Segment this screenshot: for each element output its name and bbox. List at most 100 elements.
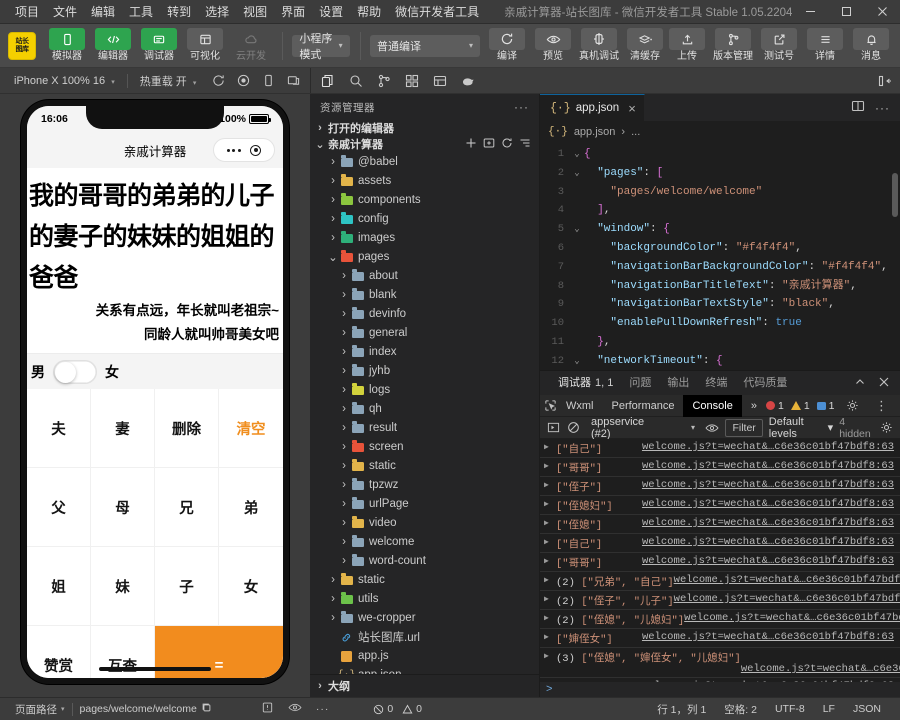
tree-item-18[interactable]: ›urlPage bbox=[310, 495, 539, 514]
expand-arrow-icon[interactable]: ▶ bbox=[544, 573, 556, 585]
more-vertical-icon[interactable]: ⋮ bbox=[871, 401, 893, 411]
step-icon[interactable] bbox=[546, 420, 560, 436]
minimize-icon[interactable] bbox=[792, 0, 828, 24]
device-select[interactable]: iPhone X 100% 16 ▾ bbox=[8, 75, 121, 87]
keypad-key-7[interactable]: 弟 bbox=[219, 468, 283, 547]
rotate-icon[interactable] bbox=[212, 74, 225, 87]
menu-item-5[interactable]: 选择 bbox=[198, 2, 236, 22]
debugger-tab-1[interactable]: 问题 bbox=[621, 371, 659, 395]
tab-app-json[interactable]: {·} app.json × bbox=[540, 94, 645, 121]
test-icon[interactable] bbox=[433, 74, 447, 88]
close-icon-debugger[interactable] bbox=[878, 376, 890, 391]
console-log-source[interactable]: welcome.js?t=wechat&…c6e36c01bf47bdf8:63 bbox=[642, 497, 900, 510]
tree-item-21[interactable]: ›word-count bbox=[310, 552, 539, 571]
console-log-row-11[interactable]: ▶(3) ["侄媳", "婶侄女", "儿媳妇"]welcome.js?t=we… bbox=[540, 648, 900, 678]
tree-item-16[interactable]: ›static bbox=[310, 457, 539, 476]
menu-item-1[interactable]: 文件 bbox=[46, 2, 84, 22]
tree-item-26[interactable]: app.js bbox=[310, 647, 539, 666]
console-log-row-0[interactable]: ▶["自己"]welcome.js?t=wechat&…c6e36c01bf47… bbox=[540, 439, 900, 458]
more-icon-status[interactable]: ··· bbox=[316, 703, 330, 715]
console-log-source[interactable]: welcome.js?t=wechat&…c6e36c01bf47bdf8:63 bbox=[642, 554, 900, 567]
tree-item-19[interactable]: ›video bbox=[310, 514, 539, 533]
compile-select[interactable]: 普通编译 ▾ bbox=[370, 35, 480, 57]
collapse-all-icon[interactable] bbox=[519, 137, 531, 152]
keypad-key-4[interactable]: 父 bbox=[27, 468, 91, 547]
console-log-row-4[interactable]: ▶["侄媳"]welcome.js?t=wechat&…c6e36c01bf47… bbox=[540, 515, 900, 534]
breadcrumb-more[interactable]: ... bbox=[631, 126, 640, 138]
devtools-tab-2[interactable]: Console bbox=[683, 395, 741, 417]
keypad-key-2[interactable]: 删除 bbox=[155, 389, 219, 468]
expand-arrow-icon[interactable]: ▶ bbox=[544, 459, 556, 471]
console-log-source[interactable]: welcome.js?t=wechat&…c6e36c01bf47bdf8:63 bbox=[642, 440, 900, 453]
keypad-key-10[interactable]: 子 bbox=[155, 547, 219, 626]
menu-item-2[interactable]: 编辑 bbox=[84, 2, 122, 22]
console-log-source[interactable]: welcome.js?t=wechat&…c6e36c01bf47bdf8:63 bbox=[642, 478, 900, 491]
language-mode[interactable]: JSON bbox=[844, 703, 890, 715]
tree-item-23[interactable]: ›utils bbox=[310, 590, 539, 609]
mp-capsule-button[interactable] bbox=[213, 138, 275, 162]
expand-arrow-icon[interactable]: ▶ bbox=[544, 497, 556, 509]
info-count[interactable]: 1 bbox=[817, 400, 835, 412]
toolbar-left-button-2[interactable]: 调试器 bbox=[138, 28, 180, 63]
menu-item-4[interactable]: 转到 bbox=[160, 2, 198, 22]
eye-icon-status[interactable] bbox=[288, 701, 302, 717]
console-log-row-8[interactable]: ▶(2) ["侄子", "儿子"]welcome.js?t=wechat&…c6… bbox=[540, 591, 900, 610]
keypad-key-8[interactable]: 姐 bbox=[27, 547, 91, 626]
debug-config-icon[interactable] bbox=[461, 74, 475, 88]
menu-item-7[interactable]: 界面 bbox=[274, 2, 312, 22]
fold-chevron-icon[interactable]: ⌄ bbox=[570, 164, 584, 183]
toolbar-right-button-0[interactable]: 上传 bbox=[666, 28, 708, 63]
page-path-select[interactable]: 页面路径 ▾ bbox=[8, 702, 72, 717]
keypad-key-0[interactable]: 夫 bbox=[27, 389, 91, 468]
console-log-source[interactable]: welcome.js?t=wechat&…c6e36c01bf47bdf8:63 bbox=[741, 662, 900, 675]
toolbar-right-button-2[interactable]: 测试号 bbox=[758, 28, 800, 63]
keypad-key-5[interactable]: 母 bbox=[91, 468, 155, 547]
expand-arrow-icon[interactable]: ▶ bbox=[544, 649, 556, 661]
section-project[interactable]: ⌄ 亲戚计算器 bbox=[310, 136, 539, 152]
console-log-row-1[interactable]: ▶["哥哥"]welcome.js?t=wechat&…c6e36c01bf47… bbox=[540, 458, 900, 477]
console-log-source[interactable]: welcome.js?t=wechat&…c6e36c01bf47bdf8:63 bbox=[674, 573, 900, 586]
devtools-tab-0[interactable]: Wxml bbox=[557, 395, 603, 417]
tree-item-6[interactable]: ›about bbox=[310, 267, 539, 286]
section-outline[interactable]: › 大纲 bbox=[310, 675, 539, 697]
encoding-setting[interactable]: UTF-8 bbox=[766, 703, 814, 715]
close-icon-tab[interactable]: × bbox=[628, 101, 636, 116]
tree-item-0[interactable]: ›@babel bbox=[310, 153, 539, 172]
toolbar-left-button-1[interactable]: 编辑器 bbox=[92, 28, 134, 63]
console-log-source[interactable]: welcome.js?t=wechat&…c6e36c01bf47bdf8:63 bbox=[642, 459, 900, 472]
page-path-value-item[interactable]: pages/welcome/welcome bbox=[73, 702, 219, 716]
gear-icon[interactable] bbox=[842, 399, 864, 412]
tree-item-27[interactable]: {·}app.json bbox=[310, 666, 539, 674]
tree-item-17[interactable]: ›tpzwz bbox=[310, 476, 539, 495]
tree-item-12[interactable]: ›logs bbox=[310, 381, 539, 400]
code-editor[interactable]: 1⌄{2⌄ "pages": [3 "pages/welcome/welcome… bbox=[540, 143, 900, 370]
indent-setting[interactable]: 空格: 2 bbox=[715, 702, 766, 717]
tree-item-9[interactable]: ›general bbox=[310, 324, 539, 343]
maximize-icon[interactable] bbox=[828, 0, 864, 24]
cursor-position[interactable]: 行 1，列 1 bbox=[648, 702, 715, 717]
search-icon[interactable] bbox=[349, 74, 363, 88]
console-levels-select[interactable]: Default levels ▾ bbox=[769, 416, 833, 440]
fold-chevron-icon[interactable]: ⌄ bbox=[570, 220, 584, 239]
editor-scrollbar[interactable] bbox=[892, 173, 898, 217]
expand-arrow-icon[interactable]: ▶ bbox=[544, 440, 556, 452]
menu-item-0[interactable]: 项目 bbox=[8, 2, 46, 22]
more-icon-editor[interactable]: ··· bbox=[875, 101, 890, 115]
toolbar-mid-button-2[interactable]: 真机调试 bbox=[578, 28, 620, 63]
debugger-tab-3[interactable]: 终端 bbox=[697, 371, 735, 395]
console-log-row-9[interactable]: ▶(2) ["侄媳", "儿媳妇"]welcome.js?t=wechat&…c… bbox=[540, 610, 900, 629]
error-count[interactable]: 1 bbox=[766, 400, 784, 412]
tree-item-8[interactable]: ›devinfo bbox=[310, 305, 539, 324]
tree-item-25[interactable]: 站长图库.url bbox=[310, 628, 539, 647]
split-editor-icon[interactable] bbox=[851, 99, 865, 116]
tree-item-4[interactable]: ›images bbox=[310, 229, 539, 248]
console-log-list[interactable]: ▶["自己"]welcome.js?t=wechat&…c6e36c01bf47… bbox=[540, 439, 900, 682]
tree-item-14[interactable]: ›result bbox=[310, 419, 539, 438]
gender-toggle[interactable] bbox=[53, 360, 97, 384]
console-log-row-3[interactable]: ▶["侄媳妇"]welcome.js?t=wechat&…c6e36c01bf4… bbox=[540, 496, 900, 515]
warning-count[interactable]: 1 bbox=[791, 400, 810, 412]
toolbar-right-button-4[interactable]: 消息 bbox=[850, 28, 892, 63]
keypad-key-9[interactable]: 妹 bbox=[91, 547, 155, 626]
menu-item-10[interactable]: 微信开发者工具 bbox=[388, 2, 486, 22]
console-log-source[interactable]: welcome.js?t=wechat&…c6e36c01bf47bdf8:63 bbox=[642, 535, 900, 548]
